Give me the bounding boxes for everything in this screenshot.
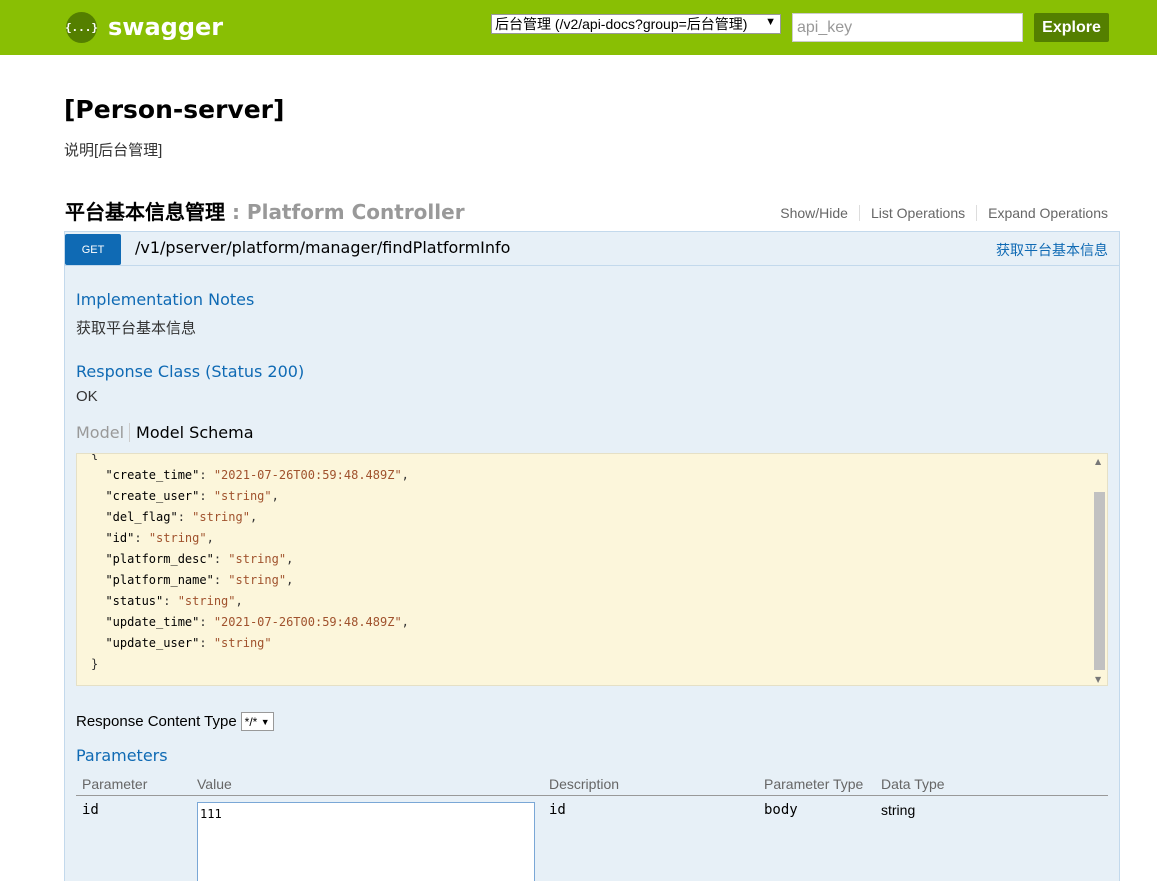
table-row: id 111 id body string — [76, 796, 1108, 881]
list-operations-link[interactable]: List Operations — [860, 205, 978, 221]
schema-key: "platform_desc" — [105, 552, 214, 566]
tab-model-schema[interactable]: Model Schema — [130, 423, 253, 442]
response-class-heading: Response Class (Status 200) — [76, 362, 305, 381]
schema-value: "string" — [177, 594, 236, 608]
swagger-logo[interactable]: {...} swagger — [65, 11, 224, 43]
col-data-type: Data Type — [881, 776, 945, 792]
schema-key: "create_user" — [105, 489, 200, 503]
param-value-input[interactable]: 111 — [197, 802, 535, 881]
operation-path[interactable]: /v1/pserver/platform/manager/findPlatfor… — [135, 238, 510, 257]
api-group-select[interactable]: 后台管理 (/v2/api-docs?group=后台管理) ▼ — [491, 14, 781, 34]
show-hide-link[interactable]: Show/Hide — [769, 205, 860, 221]
model-schema-code: { "create_time": "2021-07-26T00:59:48.48… — [91, 453, 409, 671]
schema-value: "string" — [213, 636, 272, 650]
api-group-select-value: 后台管理 (/v2/api-docs?group=后台管理) — [495, 16, 748, 32]
param-name: id — [82, 802, 99, 818]
resource-heading[interactable]: 平台基本信息管理 : Platform Controller — [65, 196, 465, 225]
api-title: [Person-server] — [64, 95, 285, 124]
swagger-logo-text: swagger — [108, 13, 224, 41]
schema-key: "create_time" — [105, 468, 200, 482]
schema-scrollbar[interactable]: ▲ ▼ — [1092, 454, 1107, 685]
schema-key: "status" — [105, 594, 164, 608]
schema-value: "2021-07-26T00:59:48.489Z" — [213, 615, 402, 629]
col-parameter-type: Parameter Type — [764, 776, 864, 792]
implementation-notes-text: 获取平台基本信息 — [76, 320, 197, 337]
schema-key: "id" — [105, 531, 135, 545]
resource-name[interactable]: 平台基本信息管理 — [65, 200, 225, 224]
parameters-heading: Parameters — [76, 746, 168, 765]
api-description: 说明[后台管理] — [64, 142, 163, 159]
response-content-type-select[interactable]: */* ▼ — [240, 712, 274, 731]
top-bar: {...} swagger 后台管理 (/v2/api-docs?group=后… — [0, 0, 1157, 55]
scroll-down-icon[interactable]: ▼ — [1095, 675, 1101, 684]
schema-key: "update_time" — [105, 615, 200, 629]
expand-operations-link[interactable]: Expand Operations — [977, 205, 1108, 221]
model-schema-box[interactable]: { "create_time": "2021-07-26T00:59:48.48… — [76, 453, 1108, 686]
param-description: id — [549, 802, 566, 818]
param-type: body — [764, 802, 798, 818]
swagger-logo-icon: {...} — [65, 11, 98, 43]
schema-value: "string" — [192, 510, 250, 524]
schema-key: "update_user" — [105, 636, 200, 650]
parameters-table: Parameter Value Description Parameter Ty… — [76, 774, 1108, 881]
tab-model[interactable]: Model — [76, 423, 131, 442]
response-content-type-label: Response Content Type — [76, 713, 237, 730]
http-method-badge[interactable]: GET — [65, 234, 121, 265]
parameters-table-header: Parameter Value Description Parameter Ty… — [76, 774, 1108, 796]
schema-value: "string" — [228, 573, 287, 587]
schema-value: "2021-07-26T00:59:48.489Z" — [213, 468, 402, 482]
schema-value: "string" — [228, 552, 287, 566]
operation-heading[interactable]: GET /v1/pserver/platform/manager/findPla… — [65, 232, 1119, 266]
schema-value: "string" — [148, 531, 207, 545]
col-description: Description — [549, 776, 620, 792]
col-value: Value — [197, 776, 232, 792]
scroll-up-icon[interactable]: ▲ — [1095, 457, 1101, 466]
response-class-text: OK — [76, 388, 98, 405]
schema-key: "del_flag" — [105, 510, 178, 524]
implementation-notes-heading: Implementation Notes — [76, 290, 255, 309]
schema-value: "string" — [213, 489, 272, 503]
resource-actions: Show/Hide List Operations Expand Operati… — [769, 205, 1108, 221]
model-tabs: Model Model Schema — [76, 423, 254, 442]
scrollbar-thumb[interactable] — [1094, 492, 1105, 670]
col-parameter: Parameter — [82, 776, 148, 792]
dropdown-arrow-icon: ▼ — [763, 16, 776, 28]
explore-button[interactable]: Explore — [1034, 13, 1109, 42]
resource-controller: : Platform Controller — [225, 200, 465, 224]
param-data-type: string — [881, 802, 916, 818]
response-content-type-value: */* — [244, 714, 258, 729]
dropdown-arrow-icon: ▼ — [260, 716, 270, 727]
operation-panel: GET /v1/pserver/platform/manager/findPla… — [64, 231, 1120, 881]
api-key-input[interactable]: api_key — [792, 13, 1023, 42]
operation-summary[interactable]: 获取平台基本信息 — [996, 240, 1108, 260]
response-content-type: Response Content Type */* ▼ — [76, 712, 274, 731]
schema-key: "platform_name" — [105, 573, 214, 587]
